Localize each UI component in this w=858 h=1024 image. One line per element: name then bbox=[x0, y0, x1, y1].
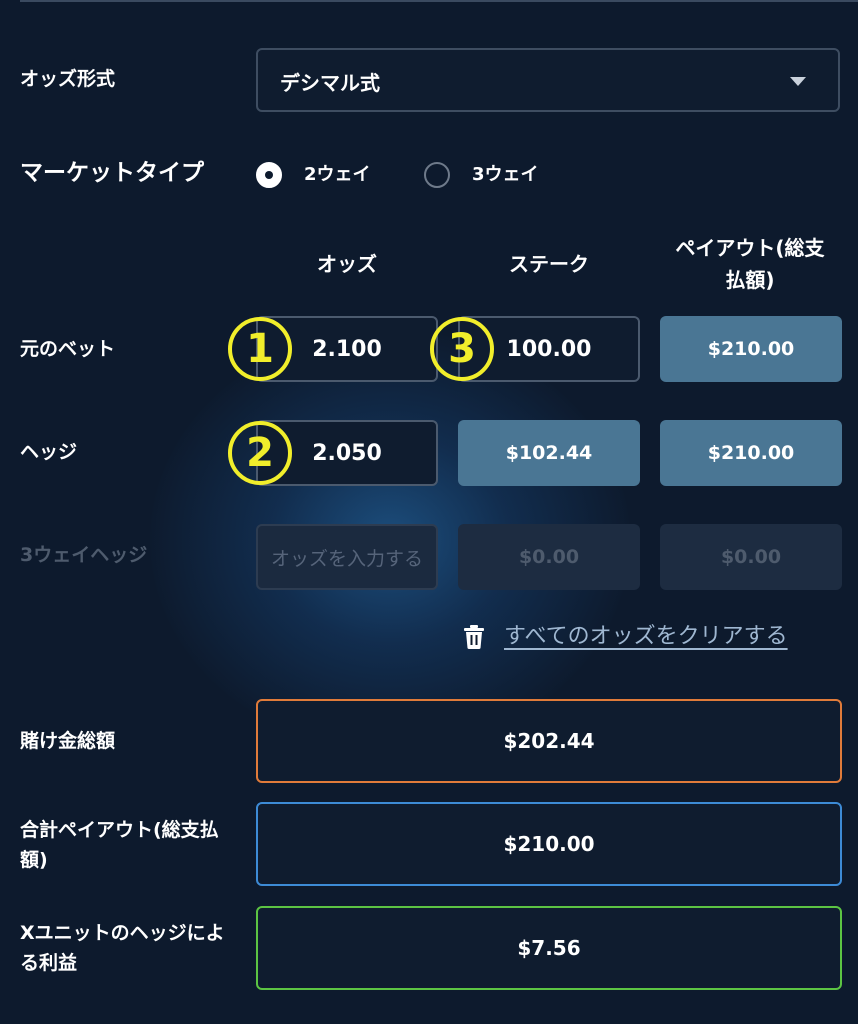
radio-2way-label[interactable]: 2ウェイ bbox=[304, 162, 371, 188]
odds-format-label: オッズ形式 bbox=[20, 68, 116, 90]
market-type-label: マーケットタイプ bbox=[20, 160, 204, 186]
3way-hedge-stake: $0.00 bbox=[458, 524, 640, 590]
column-header-payout-line2: 払額) bbox=[725, 268, 775, 292]
odds-format-selected: デシマル式 bbox=[280, 71, 380, 95]
clear-odds-button[interactable] bbox=[462, 624, 486, 654]
3way-hedge-payout: $0.00 bbox=[660, 524, 842, 590]
column-header-payout: ペイアウト(総支 払額) bbox=[648, 232, 852, 296]
clear-odds-link[interactable]: すべてのオッズをクリアする bbox=[504, 622, 788, 652]
hedge-payout: $210.00 bbox=[660, 420, 842, 486]
column-header-odds: オッズ bbox=[317, 252, 377, 276]
annotation-marker-2: 2 bbox=[228, 421, 292, 485]
profit-label: Xユニットのヘッジによ る利益 bbox=[20, 918, 256, 978]
top-divider bbox=[20, 0, 858, 2]
total-payout-box: $210.00 bbox=[256, 802, 842, 886]
original-bet-payout: $210.00 bbox=[660, 316, 842, 382]
total-payout-label-line1: 合計ペイアウト(総支払 bbox=[20, 819, 219, 841]
chevron-down-icon bbox=[790, 77, 806, 86]
column-header-stake: ステーク bbox=[509, 252, 589, 276]
odds-format-select[interactable]: デシマル式 bbox=[256, 48, 840, 112]
column-header-payout-line1: ペイアウト(総支 bbox=[675, 236, 825, 260]
hedge-stake: $102.44 bbox=[458, 420, 640, 486]
total-payout-label-line2: 額) bbox=[20, 849, 48, 871]
row-label-hedge: ヘッジ bbox=[20, 441, 78, 463]
profit-label-line1: Xユニットのヘッジによ bbox=[20, 922, 225, 944]
total-stake-label: 賭け金総額 bbox=[20, 730, 116, 752]
radio-3way-label[interactable]: 3ウェイ bbox=[472, 162, 539, 188]
row-label-original-bet: 元のベット bbox=[20, 338, 116, 360]
3way-hedge-odds-input[interactable]: オッズを入力する bbox=[256, 524, 438, 590]
profit-label-line2: る利益 bbox=[20, 952, 78, 974]
profit-box: $7.56 bbox=[256, 906, 842, 990]
row-label-3way-hedge: 3ウェイヘッジ bbox=[20, 544, 148, 566]
total-payout-label: 合計ペイアウト(総支払 額) bbox=[20, 815, 256, 875]
radio-3way[interactable] bbox=[424, 162, 450, 188]
annotation-marker-3: 3 bbox=[430, 317, 494, 381]
annotation-marker-1: 1 bbox=[228, 317, 292, 381]
radio-2way[interactable] bbox=[256, 162, 282, 188]
trash-icon bbox=[464, 625, 484, 649]
total-stake-box: $202.44 bbox=[256, 699, 842, 783]
